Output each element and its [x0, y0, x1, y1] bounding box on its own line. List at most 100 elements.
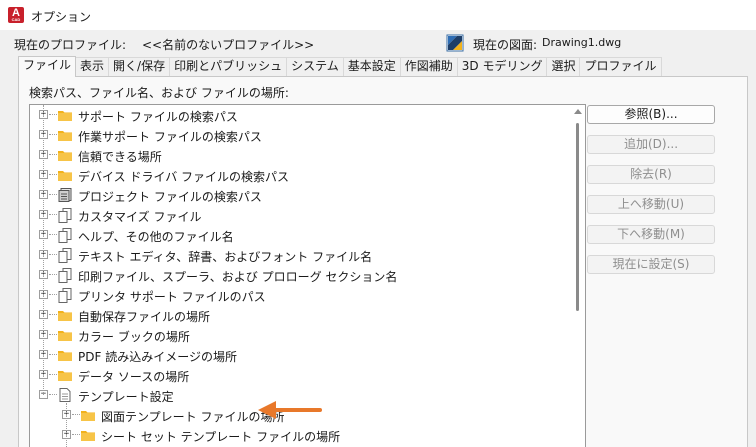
tree-item[interactable]: + プリンタ サポート ファイルのパス [30, 285, 571, 305]
tree-item-label: サポート ファイルの検索パス [78, 110, 238, 124]
folder-icon [57, 167, 73, 183]
tree-item-label: 図面テンプレート ファイルの場所 [101, 410, 285, 424]
app-icon[interactable]: A CAD [8, 7, 24, 23]
annotation-arrow-icon [258, 401, 322, 419]
tree-connector [49, 314, 57, 315]
folder-icon [80, 407, 96, 423]
files-icon [57, 267, 73, 283]
tab-files[interactable]: ファイル [18, 56, 77, 77]
tree-item[interactable]: + 作業サポート ファイルの検索パス [30, 125, 571, 145]
current-profile-value: <<名前のないプロファイル>> [142, 38, 315, 52]
tree-scrollbar[interactable] [571, 105, 585, 447]
window-title: オプション [31, 10, 92, 24]
tree-item[interactable]: + テキスト エディタ、辞書、およびフォント ファイル名 [30, 245, 571, 265]
tree-item-label: 作業サポート ファイルの検索パス [78, 130, 262, 144]
folder-icon [80, 427, 96, 443]
tab-drafting[interactable]: 作図補助 [399, 57, 458, 76]
tree-item-label: シート セット テンプレート ファイルの場所 [101, 430, 341, 444]
current-drawing-label: 現在の図面: [473, 38, 538, 52]
tree-item[interactable]: + ヘルプ、その他のファイル名 [30, 225, 571, 245]
scroll-up-icon[interactable] [574, 109, 582, 114]
tree-connector [49, 254, 57, 255]
tree-item-label: プリンタ サポート ファイルのパス [78, 290, 266, 304]
tree-item[interactable]: + 印刷ファイル、スプーラ、および プロローグ セクション名 [30, 265, 571, 285]
tree-item[interactable]: + PDF 読み込みイメージの場所 [30, 345, 571, 365]
tree-connector [49, 154, 57, 155]
tree-connector [72, 414, 80, 415]
files-icon [57, 207, 73, 223]
tree-root-guide [43, 105, 44, 395]
tree-connector [49, 294, 57, 295]
tab-bar: ファイル 表示 開く/保存 印刷とパブリッシュ システム 基本設定 作図補助 3… [18, 56, 662, 77]
tree-item[interactable]: + 自動保存ファイルの場所 [30, 305, 571, 325]
tree-connector [49, 354, 57, 355]
tree-connector [49, 214, 57, 215]
add-button[interactable]: 追加(D)... [587, 135, 715, 154]
files-icon [57, 247, 73, 263]
document-icon [57, 387, 73, 403]
tree-connector [49, 334, 57, 335]
tree-item[interactable]: + サポート ファイルの検索パス [30, 105, 571, 125]
tree-connector [49, 234, 57, 235]
tree-item-label: 自動保存ファイルの場所 [78, 310, 211, 324]
drawing-icon [446, 34, 464, 52]
tree-item-label: テキスト エディタ、辞書、およびフォント ファイル名 [78, 250, 373, 264]
tab-3d-modeling[interactable]: 3D モデリング [456, 57, 548, 76]
folder-icon [57, 307, 73, 323]
files-icon [57, 287, 73, 303]
tab-open-save[interactable]: 開く/保存 [108, 57, 171, 76]
scroll-thumb[interactable] [576, 123, 579, 311]
tree-item-label: カスタマイズ ファイル [78, 210, 202, 224]
tree-item[interactable]: + データ ソースの場所 [30, 365, 571, 385]
tree-child-guide [66, 403, 67, 447]
move-up-button[interactable]: 上へ移動(U) [587, 195, 715, 214]
tree-item-label: 信頼できる場所 [78, 150, 162, 164]
folder-icon [57, 327, 73, 343]
tab-profiles[interactable]: プロファイル [579, 57, 662, 76]
browse-button[interactable]: 参照(B)... [587, 105, 715, 124]
tree-item-label: 印刷ファイル、スプーラ、および プロローグ セクション名 [78, 270, 398, 284]
tree-connector [72, 434, 80, 435]
tab-plot-publish[interactable]: 印刷とパブリッシュ [169, 57, 288, 76]
folder-icon [57, 107, 73, 123]
tree-connector [49, 394, 57, 395]
folder-icon [57, 147, 73, 163]
remove-button[interactable]: 除去(R) [587, 165, 715, 184]
tree-item[interactable]: + カスタマイズ ファイル [30, 205, 571, 225]
tree-connector [49, 114, 57, 115]
tree-item[interactable]: + カラー ブックの場所 [30, 325, 571, 345]
stack-icon [57, 187, 73, 203]
tab-display[interactable]: 表示 [75, 57, 110, 76]
tab-user-preferences[interactable]: 基本設定 [342, 57, 401, 76]
tree-connector [49, 134, 57, 135]
tree-item-label: デバイス ドライバ ファイルの検索パス [78, 170, 290, 184]
current-drawing-value: Drawing1.dwg [542, 36, 622, 49]
file-tree[interactable]: + サポート ファイルの検索パス + 作業サポート ファイルの検索パス + 信頼できる場所… [29, 104, 586, 447]
profile-row: 現在のプロファイル: <<名前のないプロファイル>> 現在の図面: Drawin… [0, 30, 756, 56]
tree-item[interactable]: + 信頼できる場所 [30, 145, 571, 165]
folder-icon [57, 127, 73, 143]
title-bar: A CAD オプション [0, 0, 756, 30]
files-icon [57, 227, 73, 243]
tab-system[interactable]: システム [286, 57, 344, 76]
tree-connector [49, 274, 57, 275]
tree-item-label: プロジェクト ファイルの検索パス [78, 190, 262, 204]
tree-item-label: ヘルプ、その他のファイル名 [78, 230, 234, 244]
tree-connector [49, 174, 57, 175]
tree-item[interactable]: + プロジェクト ファイルの検索パス [30, 185, 571, 205]
tree-label: 検索パス、ファイル名、および ファイルの場所: [29, 86, 289, 100]
folder-icon [57, 367, 73, 383]
tree-child-item[interactable]: + シート セット テンプレート ファイルの場所 [30, 425, 571, 445]
tree-item-label: データ ソースの場所 [78, 370, 190, 384]
set-current-button[interactable]: 現在に設定(S) [587, 255, 715, 274]
tree-connector [49, 374, 57, 375]
tree-item-label: テンプレート設定 [78, 390, 174, 404]
folder-icon [57, 347, 73, 363]
tree-item[interactable]: + デバイス ドライバ ファイルの検索パス [30, 165, 571, 185]
tree-item-label: PDF 読み込みイメージの場所 [78, 350, 237, 364]
tab-selection[interactable]: 選択 [546, 57, 581, 76]
current-profile-label: 現在のプロファイル: [14, 38, 127, 52]
move-down-button[interactable]: 下へ移動(M) [587, 225, 715, 244]
tree-connector [49, 194, 57, 195]
tree-item-label: カラー ブックの場所 [78, 330, 190, 344]
